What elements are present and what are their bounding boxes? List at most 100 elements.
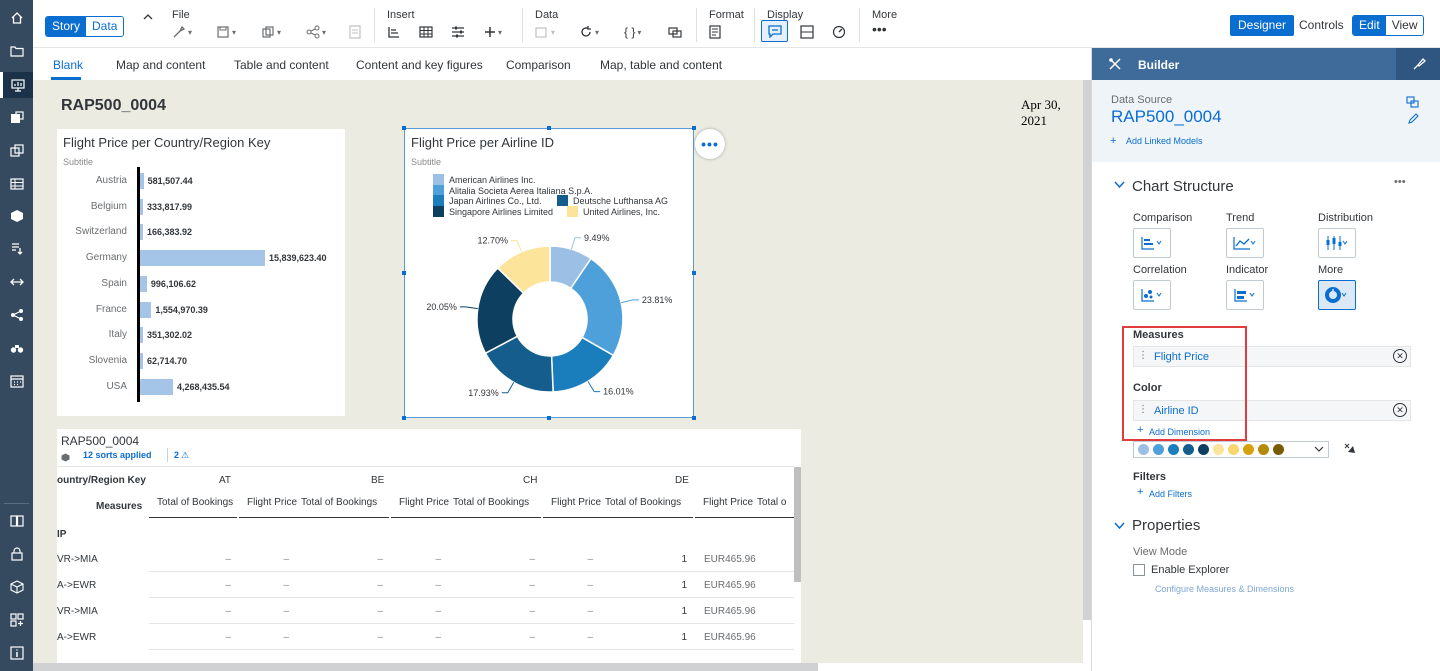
tab-table-and-content[interactable]: Table and content — [234, 58, 329, 72]
widget-more-button[interactable]: ••• — [695, 129, 725, 159]
table-settings-icon[interactable] — [61, 451, 70, 465]
resize-handle[interactable] — [402, 271, 406, 275]
edit-source-icon[interactable] — [1408, 113, 1419, 127]
sorts-applied-link[interactable]: 12 sorts applied — [83, 450, 152, 460]
data-source-icon[interactable]: ▾ — [535, 24, 555, 40]
add-filters-link[interactable]: Add Filters — [1149, 489, 1192, 499]
connections-icon[interactable] — [0, 269, 33, 295]
collapse-toolbar-icon[interactable] — [143, 9, 153, 25]
refresh-icon[interactable]: ▾ — [579, 24, 599, 40]
enable-explorer-checkbox[interactable] — [1133, 564, 1145, 576]
copy-icon[interactable]: ▾ — [261, 24, 281, 40]
resize-handle[interactable] — [692, 416, 696, 420]
bar[interactable] — [139, 275, 147, 292]
share-icon[interactable]: ▾ — [306, 24, 326, 40]
learning-icon[interactable] — [0, 508, 33, 534]
add-linked-models-link[interactable]: Add Linked Models — [1126, 136, 1203, 146]
chart-structure-heading[interactable]: Chart Structure — [1132, 178, 1234, 195]
cube-icon[interactable] — [0, 574, 33, 600]
tools-icon[interactable]: ▾ — [172, 24, 192, 40]
info-icon[interactable] — [0, 640, 33, 666]
bar[interactable] — [139, 301, 152, 318]
canvas-horizontal-scrollbar[interactable] — [33, 663, 818, 671]
resize-handle[interactable] — [692, 271, 696, 275]
controls-button[interactable]: Controls — [1299, 15, 1344, 36]
lock-icon[interactable] — [0, 541, 33, 567]
bar-axis-line — [137, 167, 140, 403]
color-palette-dropdown[interactable] — [1133, 441, 1329, 458]
bar[interactable] — [139, 250, 265, 267]
tab-map-table-and-content[interactable]: Map, table and content — [600, 58, 722, 72]
comment-button[interactable] — [761, 20, 788, 42]
home-icon[interactable] — [0, 5, 33, 31]
formula-icon[interactable]: { } ▾ — [624, 24, 641, 40]
more-group-label: More — [872, 9, 898, 21]
add-icon[interactable]: ▾ — [484, 24, 502, 40]
performance-icon[interactable] — [832, 24, 846, 40]
bar-chart-widget[interactable]: Flight Price per Country/Region Key Subt… — [57, 129, 345, 416]
data-toggle-button[interactable]: Data — [86, 17, 124, 36]
format-icon[interactable] — [709, 24, 721, 40]
analytic-app-icon[interactable] — [0, 105, 33, 131]
styling-tab-button[interactable] — [1396, 48, 1440, 80]
table-widget[interactable]: RAP500_0004 12 sorts applied 2 ⚠ ountry/… — [57, 429, 801, 663]
linked-analysis-icon[interactable] — [668, 24, 682, 40]
canvas-vertical-scrollbar[interactable] — [1083, 80, 1091, 620]
resize-handle[interactable] — [547, 126, 551, 130]
calendar-icon[interactable] — [0, 368, 33, 394]
bar[interactable] — [139, 378, 173, 395]
share-icon[interactable] — [0, 302, 33, 328]
digital-boardroom-icon[interactable] — [0, 138, 33, 164]
edit-toggle-button[interactable]: Edit — [1353, 16, 1386, 35]
resize-handle[interactable] — [402, 416, 406, 420]
stories-icon[interactable] — [0, 72, 33, 98]
tab-content-and-key-figures[interactable]: Content and key figures — [356, 58, 483, 72]
indicator-chart-button[interactable] — [1226, 280, 1264, 310]
measure-column-header: Total of Bookings — [157, 497, 234, 508]
remove-measure-icon[interactable]: ✕ — [1393, 349, 1407, 363]
chart-structure-more-icon[interactable]: ••• — [1394, 176, 1406, 188]
data-integration-icon[interactable] — [0, 236, 33, 262]
table-cell: 1 — [681, 606, 687, 617]
table-scrollbar[interactable] — [794, 467, 801, 582]
view-toggle-button[interactable]: View — [1385, 16, 1424, 35]
resize-handle[interactable] — [692, 126, 696, 130]
correlation-chart-button[interactable] — [1133, 280, 1171, 310]
color-sync-icon[interactable] — [1343, 442, 1357, 459]
data-source-name[interactable]: RAP500_0004 — [1111, 107, 1222, 127]
distribution-chart-button[interactable] — [1318, 228, 1356, 258]
layout-icon[interactable] — [800, 24, 814, 40]
nav-divider — [4, 503, 29, 504]
tab-blank[interactable]: Blank — [53, 58, 83, 72]
datasets-icon[interactable] — [0, 171, 33, 197]
publish-icon[interactable] — [349, 24, 361, 40]
chart-insert-icon[interactable] — [387, 24, 401, 40]
resize-handle[interactable] — [402, 126, 406, 130]
save-icon[interactable]: ▾ — [216, 24, 236, 40]
trend-chart-button[interactable] — [1226, 228, 1264, 258]
properties-chevron-icon[interactable] — [1114, 521, 1125, 533]
system-icon[interactable] — [0, 607, 33, 633]
story-toggle-button[interactable]: Story — [46, 17, 87, 36]
resize-handle[interactable] — [547, 416, 551, 420]
designer-button[interactable]: Designer — [1230, 15, 1295, 36]
comparison-chart-button[interactable] — [1133, 228, 1171, 258]
folder-icon[interactable] — [0, 38, 33, 64]
more-chart-button[interactable] — [1318, 280, 1356, 310]
input-control-icon[interactable] — [451, 24, 465, 40]
remove-color-icon[interactable]: ✕ — [1393, 403, 1407, 417]
story-canvas: RAP500_0004 Apr 30, 2021 Flight Price pe… — [33, 80, 1083, 663]
modeler-icon[interactable] — [0, 203, 33, 229]
tab-map-and-content[interactable]: Map and content — [116, 58, 205, 72]
configure-measures-link[interactable]: Configure Measures & Dimensions — [1155, 584, 1294, 594]
properties-heading[interactable]: Properties — [1132, 517, 1200, 534]
builder-tools-icon[interactable] — [1108, 57, 1122, 74]
warning-count[interactable]: 2 — [174, 450, 179, 460]
binoculars-icon[interactable] — [0, 335, 33, 361]
tab-comparison[interactable]: Comparison — [506, 58, 571, 72]
chart-structure-chevron-icon[interactable] — [1114, 180, 1125, 192]
table-insert-icon[interactable] — [419, 24, 433, 40]
table-cell: – — [587, 580, 593, 591]
switch-source-icon[interactable] — [1406, 96, 1419, 111]
more-options-icon[interactable]: ••• — [872, 21, 887, 37]
